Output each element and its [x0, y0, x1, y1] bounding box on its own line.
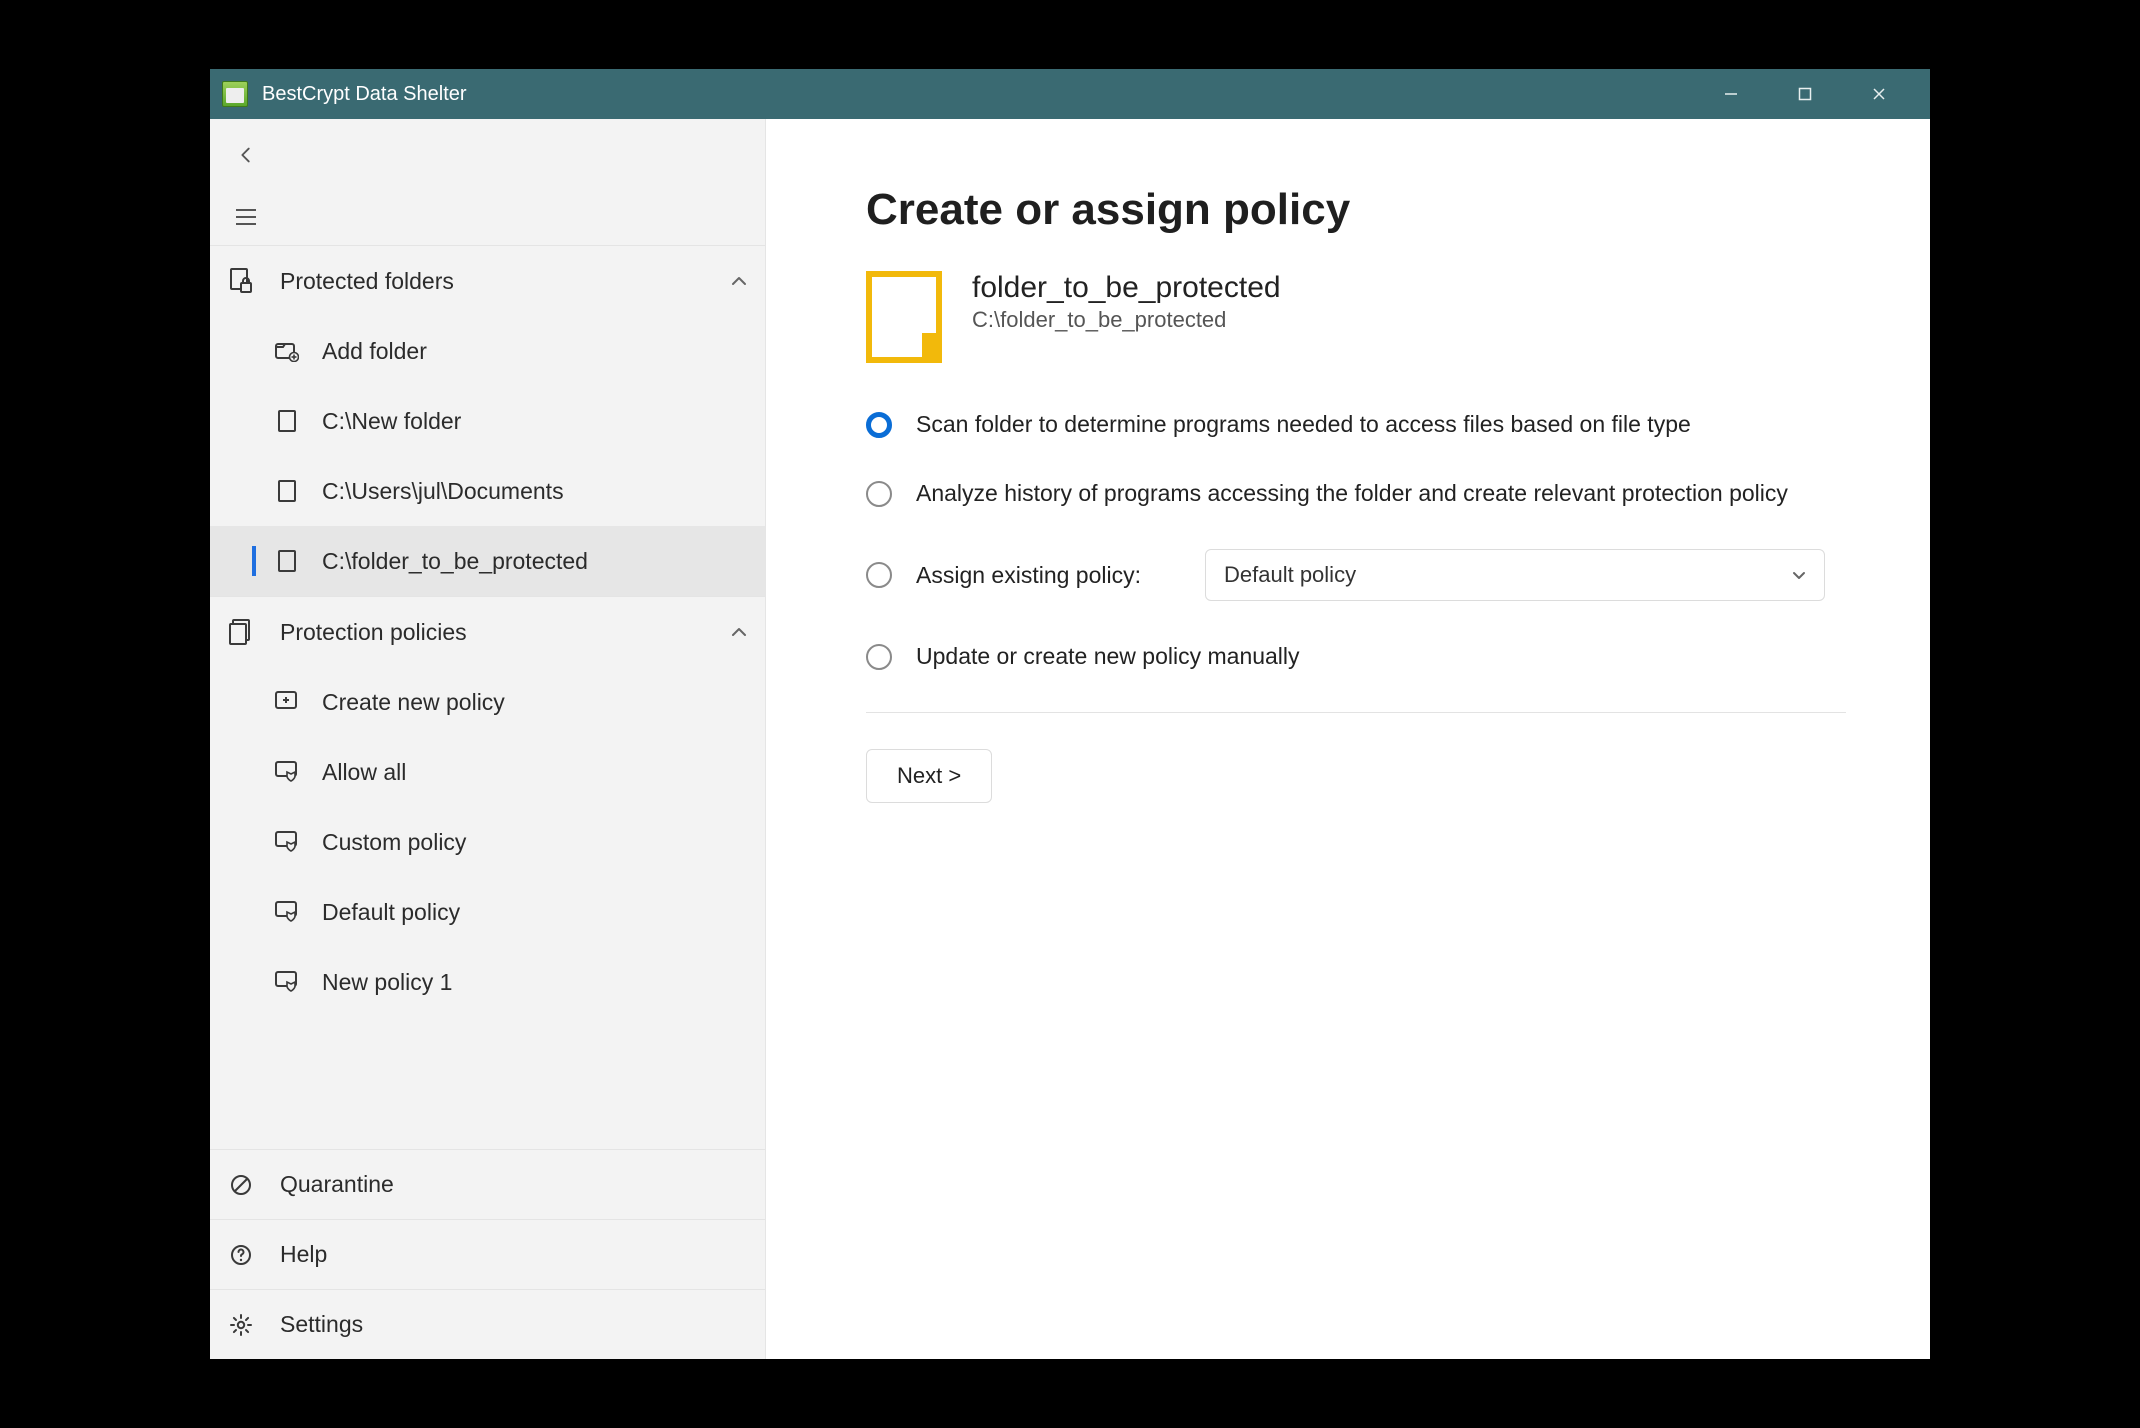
help-icon	[226, 1243, 256, 1267]
sidebar-item-allow-all[interactable]: Allow all	[210, 737, 765, 807]
sidebar-item-settings[interactable]: Settings	[210, 1289, 765, 1359]
sidebar-item-help[interactable]: Help	[210, 1219, 765, 1289]
option-analyze-history[interactable]: Analyze history of programs accessing th…	[866, 480, 1930, 507]
sidebar-section-label: Protection policies	[280, 619, 467, 646]
file-icon	[274, 480, 300, 502]
sidebar-item-label: C:\Users\jul\Documents	[322, 478, 564, 505]
file-icon	[274, 410, 300, 432]
sidebar-item-folder-protected[interactable]: C:\folder_to_be_protected	[210, 526, 765, 596]
gear-icon	[226, 1313, 256, 1337]
sidebar-item-label: Create new policy	[322, 689, 505, 716]
page-title: Create or assign policy	[866, 185, 1930, 235]
chevron-down-icon	[1792, 571, 1806, 580]
sidebar-item-label: C:\folder_to_be_protected	[322, 548, 588, 575]
quarantine-icon	[226, 1173, 256, 1197]
option-assign-existing[interactable]: Assign existing policy: Default policy	[866, 549, 1930, 601]
protected-folder-icon	[866, 271, 942, 363]
sidebar-item-label: Allow all	[322, 759, 406, 786]
sidebar-item-create-policy[interactable]: Create new policy	[210, 667, 765, 737]
sidebar-item-add-folder[interactable]: Add folder	[210, 316, 765, 386]
radio-icon[interactable]	[866, 412, 892, 438]
option-label: Update or create new policy manually	[916, 643, 1300, 670]
folder-name: folder_to_be_protected	[972, 271, 1281, 305]
folder-path: C:\folder_to_be_protected	[972, 307, 1281, 333]
option-scan[interactable]: Scan folder to determine programs needed…	[866, 411, 1930, 438]
sidebar-item-quarantine[interactable]: Quarantine	[210, 1149, 765, 1219]
policy-shield-icon	[274, 971, 300, 993]
radio-icon[interactable]	[866, 562, 892, 588]
sidebar-item-label: Settings	[280, 1311, 363, 1338]
sidebar-item-label: New policy 1	[322, 969, 452, 996]
folder-add-icon	[274, 340, 300, 362]
maximize-button[interactable]	[1798, 87, 1844, 101]
app-title: BestCrypt Data Shelter	[262, 83, 467, 106]
titlebar[interactable]: BestCrypt Data Shelter	[210, 69, 1930, 119]
sidebar-item-default-policy[interactable]: Default policy	[210, 877, 765, 947]
policies-icon	[226, 619, 256, 645]
policy-select-value: Default policy	[1224, 562, 1356, 588]
minimize-button[interactable]	[1724, 87, 1770, 101]
sidebar-item-label: Default policy	[322, 899, 460, 926]
file-icon	[274, 550, 300, 572]
sidebar-section-label: Protected folders	[280, 268, 454, 295]
sidebar-item-folder-new[interactable]: C:\New folder	[210, 386, 765, 456]
sidebar-section-policies[interactable]: Protection policies	[210, 597, 765, 667]
radio-icon[interactable]	[866, 644, 892, 670]
folder-header: folder_to_be_protected C:\folder_to_be_p…	[866, 271, 1930, 363]
sidebar: Protected folders Add folder C:\New f	[210, 119, 766, 1359]
sidebar-item-label: Add folder	[322, 338, 427, 365]
back-button[interactable]	[226, 135, 266, 175]
sidebar-item-label: Quarantine	[280, 1171, 394, 1198]
menu-button[interactable]	[226, 197, 266, 237]
sidebar-item-folder-docs[interactable]: C:\Users\jul\Documents	[210, 456, 765, 526]
chevron-up-icon	[731, 276, 747, 286]
policy-shield-icon	[274, 901, 300, 923]
sidebar-item-label: Help	[280, 1241, 327, 1268]
app-window: BestCrypt Data Shelter	[210, 69, 1930, 1359]
close-button[interactable]	[1872, 87, 1918, 101]
sidebar-item-custom-policy[interactable]: Custom policy	[210, 807, 765, 877]
main-panel: Create or assign policy folder_to_be_pro…	[766, 119, 1930, 1359]
separator	[866, 712, 1846, 713]
app-icon	[222, 81, 248, 107]
policy-select[interactable]: Default policy	[1205, 549, 1825, 601]
sidebar-item-new-policy-1[interactable]: New policy 1	[210, 947, 765, 1017]
option-manual[interactable]: Update or create new policy manually	[866, 643, 1930, 670]
radio-icon[interactable]	[866, 481, 892, 507]
sidebar-item-label: C:\New folder	[322, 408, 461, 435]
next-button[interactable]: Next >	[866, 749, 992, 803]
policy-add-icon	[274, 691, 300, 713]
option-label: Assign existing policy:	[916, 562, 1141, 589]
sidebar-item-label: Custom policy	[322, 829, 466, 856]
sidebar-section-protected-folders[interactable]: Protected folders	[210, 246, 765, 316]
option-label: Analyze history of programs accessing th…	[916, 480, 1788, 507]
lock-file-icon	[226, 268, 256, 294]
window-controls	[1724, 87, 1918, 101]
option-label: Scan folder to determine programs needed…	[916, 411, 1691, 438]
chevron-up-icon	[731, 627, 747, 637]
policy-shield-icon	[274, 761, 300, 783]
policy-shield-icon	[274, 831, 300, 853]
